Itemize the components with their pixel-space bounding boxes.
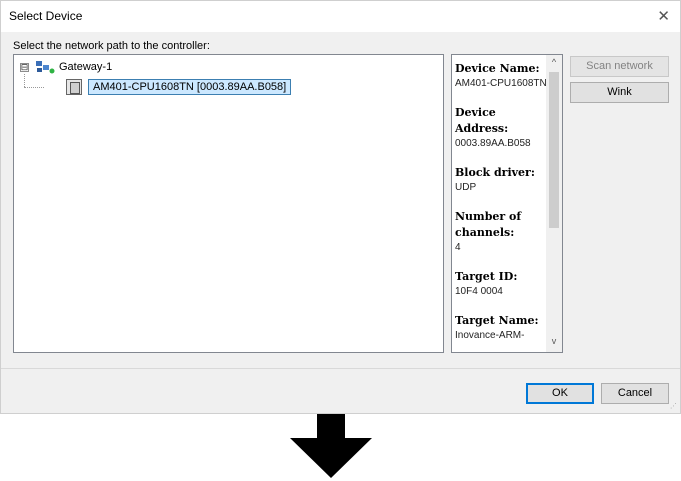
resize-grip-icon[interactable]: ⋰ xyxy=(670,402,677,410)
tree-node-device[interactable]: AM401-CPU1608TN [0003.89AA.B058] xyxy=(66,78,292,96)
network-gateway-icon xyxy=(35,60,55,74)
scan-network-button[interactable]: Scan network xyxy=(570,56,669,77)
device-label[interactable]: AM401-CPU1608TN [0003.89AA.B058] xyxy=(88,79,292,95)
tree-connector xyxy=(24,87,44,88)
device-tree[interactable]: ⊟ Gateway-1 AM401-CPU1608TN [0003.89AA.B… xyxy=(13,54,444,353)
info-block-driver: Block driver: UDP xyxy=(455,166,535,193)
info-number-of-channels: Number of channels: 4 xyxy=(455,210,522,253)
ok-button[interactable]: OK xyxy=(526,383,594,404)
title-bar: Select Device ✕ xyxy=(1,1,680,32)
info-device-name: Device Name: AM401-CPU1608TN xyxy=(455,62,547,89)
wink-button[interactable]: Wink xyxy=(570,82,669,103)
collapse-icon[interactable]: ⊟ xyxy=(20,62,29,72)
scrollbar-thumb[interactable] xyxy=(549,72,559,228)
gateway-label: Gateway-1 xyxy=(59,61,113,73)
network-path-prompt: Select the network path to the controlle… xyxy=(13,40,210,52)
scroll-down-icon[interactable]: v xyxy=(546,336,562,350)
info-target-name: Target Name: Inovance-ARM- xyxy=(455,314,539,341)
info-target-id: Target ID: 10F4 0004 xyxy=(455,270,518,297)
tree-node-gateway[interactable]: ⊟ Gateway-1 xyxy=(20,58,112,76)
close-icon[interactable]: ✕ xyxy=(657,7,670,25)
tree-connector xyxy=(24,74,25,87)
info-scrollbar[interactable]: ^ v xyxy=(546,55,562,352)
plc-device-icon xyxy=(66,79,82,95)
scroll-up-icon[interactable]: ^ xyxy=(546,57,562,71)
footer-separator xyxy=(1,368,680,369)
device-info-panel: Device Name: AM401-CPU1608TN Device Addr… xyxy=(451,54,563,353)
select-device-dialog: Select Device ✕ Select the network path … xyxy=(0,0,681,414)
down-arrow-icon xyxy=(290,414,372,478)
cancel-button[interactable]: Cancel xyxy=(601,383,669,404)
device-info-list: Device Name: AM401-CPU1608TN Device Addr… xyxy=(455,61,547,352)
info-device-address: Device Address: 0003.89AA.B058 xyxy=(455,106,531,149)
dialog-title: Select Device xyxy=(9,9,83,23)
